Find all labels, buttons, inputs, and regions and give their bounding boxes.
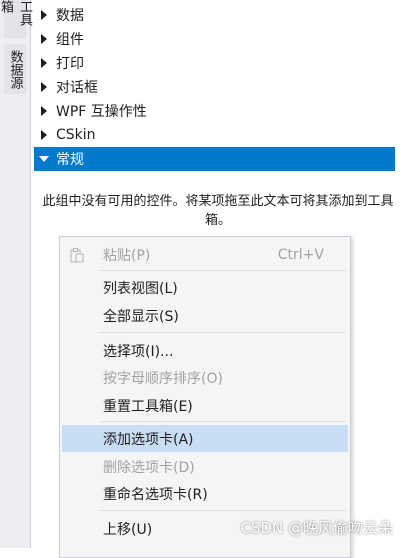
menu-item-rename-tab[interactable]: 重命名选项卡(R): [62, 480, 348, 507]
menu-item-shortcut: Ctrl+V: [277, 246, 324, 263]
collapse-arrow-icon: [34, 147, 52, 171]
group-label: 对话框: [56, 80, 98, 96]
paste-icon: [70, 248, 84, 263]
menu-item-choose-items[interactable]: 选择项(I)...: [62, 337, 348, 364]
menu-separator: [100, 510, 346, 511]
toolbox-group-cskin[interactable]: CSkin: [34, 123, 395, 147]
menu-item-reset-toolbox[interactable]: 重置工具箱(E): [62, 392, 348, 419]
menu-item-label: 选择项(I)...: [103, 343, 174, 360]
toolbox-group-printing[interactable]: 打印: [34, 51, 395, 75]
toolbox-group-components[interactable]: 组件: [34, 27, 395, 51]
menu-item-list-view[interactable]: 列表视图(L): [62, 274, 348, 301]
menu-item-label: 列表视图(L): [103, 280, 178, 297]
menu-item-paste[interactable]: 粘贴(P) Ctrl+V: [62, 241, 348, 268]
group-label: 常规: [56, 152, 84, 168]
context-menu: 粘贴(P) Ctrl+V 列表视图(L) 全部显示(S) 选择项(I)... 按…: [59, 236, 351, 558]
menu-item-label: 上移(U): [103, 521, 153, 538]
expand-arrow-icon: [34, 3, 52, 27]
menu-item-label: 删除选项卡(D): [103, 459, 195, 476]
menu-item-label: 粘贴(P): [103, 247, 151, 264]
toolbox-group-data[interactable]: 数据: [34, 3, 395, 27]
menu-item-label: 全部显示(S): [103, 308, 179, 325]
group-label: 打印: [56, 56, 84, 72]
menu-item-show-all[interactable]: 全部显示(S): [62, 302, 348, 329]
menu-separator: [100, 332, 346, 333]
expand-arrow-icon: [34, 51, 52, 75]
toolbox-group-wpf-interop[interactable]: WPF 互操作性: [34, 99, 395, 123]
menu-item-sort-alphabetically[interactable]: 按字母顺序排序(O): [62, 364, 348, 391]
side-tab-strip: 工具箱 数据源: [0, 0, 32, 548]
expand-arrow-icon: [34, 123, 52, 147]
side-tab-data-sources[interactable]: 数据源: [4, 44, 26, 94]
group-label: 数据: [56, 8, 84, 24]
group-label: 组件: [56, 32, 84, 48]
menu-item-label: 重命名选项卡(R): [103, 486, 208, 503]
expand-arrow-icon: [34, 99, 52, 123]
empty-group-message: 此组中没有可用的控件。将某项拖至此文本可将其添加到工具箱。: [42, 194, 394, 228]
toolbox-group-general[interactable]: 常规: [34, 147, 395, 171]
menu-item-label: 按字母顺序排序(O): [103, 370, 223, 387]
group-label: WPF 互操作性: [56, 104, 147, 120]
toolbox-group-dialogs[interactable]: 对话框: [34, 75, 395, 99]
watermark: CSDN @晚风偷吻云朵: [240, 519, 393, 537]
menu-separator: [100, 270, 346, 271]
menu-item-delete-tab[interactable]: 删除选项卡(D): [62, 453, 348, 480]
side-tab-toolbox[interactable]: 工具箱: [0, 0, 32, 38]
menu-separator: [100, 421, 346, 422]
expand-arrow-icon: [34, 75, 52, 99]
menu-item-label: 添加选项卡(A): [103, 431, 194, 448]
menu-item-label: 重置工具箱(E): [103, 398, 193, 415]
expand-arrow-icon: [34, 27, 52, 51]
menu-item-add-tab[interactable]: 添加选项卡(A): [62, 425, 348, 452]
group-label: CSkin: [56, 127, 96, 143]
